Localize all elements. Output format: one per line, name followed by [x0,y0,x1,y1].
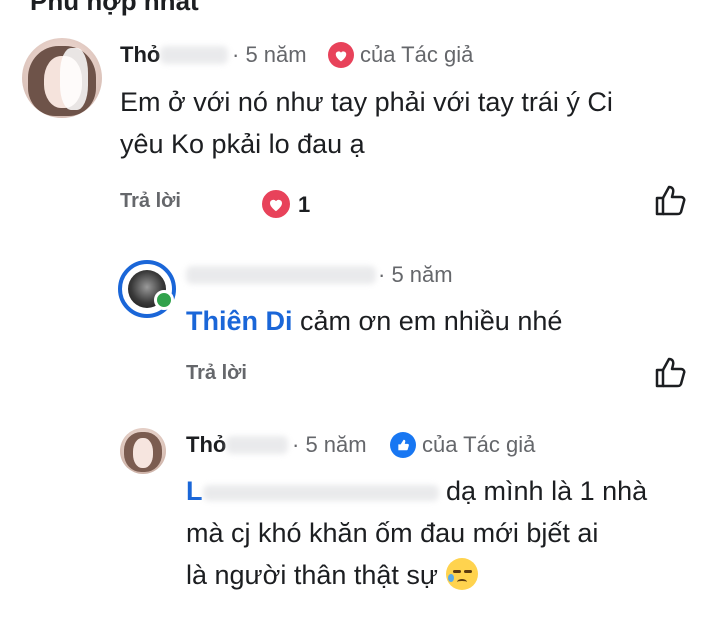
redacted-name [186,266,376,284]
like-icon[interactable] [654,184,688,216]
comment-text: Em ở với nó như tay phải với tay trái ý … [120,87,613,159]
comment-time: · 5 năm [378,262,453,287]
like-badge-icon [390,432,416,458]
online-status-dot [154,290,174,310]
avatar[interactable] [120,428,166,474]
author-badge: của Tác giả [422,432,536,457]
comment-time: · 5 năm [292,432,367,457]
author-badge: của Tác giả [360,42,474,67]
heart-icon [328,42,354,68]
section-header[interactable]: Phù hợp nhất [30,0,199,17]
mention-link[interactable]: Thiên Di [186,306,293,336]
comment-author-name[interactable]: Thỏ [120,42,160,68]
like-icon[interactable] [654,356,688,388]
redacted-name [226,436,288,454]
reply-button[interactable]: Trả lời [120,190,181,213]
comment-time: · 5 năm [232,42,307,67]
comment-author-name[interactable]: Thỏ [186,432,226,458]
comment-text: L dạ mình là 1 nhà mà cj khó khăn ốm đau… [186,476,648,590]
reaction-count[interactable]: 1 [298,192,310,218]
comment-text: Thiên Di cảm ơn em nhiều nhé [186,306,563,336]
avatar[interactable] [22,38,102,118]
heart-icon[interactable] [260,188,292,220]
redacted-mention [202,484,439,501]
sleepy-face-emoji [445,558,478,590]
reply-button[interactable]: Trả lời [186,362,247,385]
mention-link[interactable]: L [186,476,203,506]
redacted-name [160,46,228,64]
